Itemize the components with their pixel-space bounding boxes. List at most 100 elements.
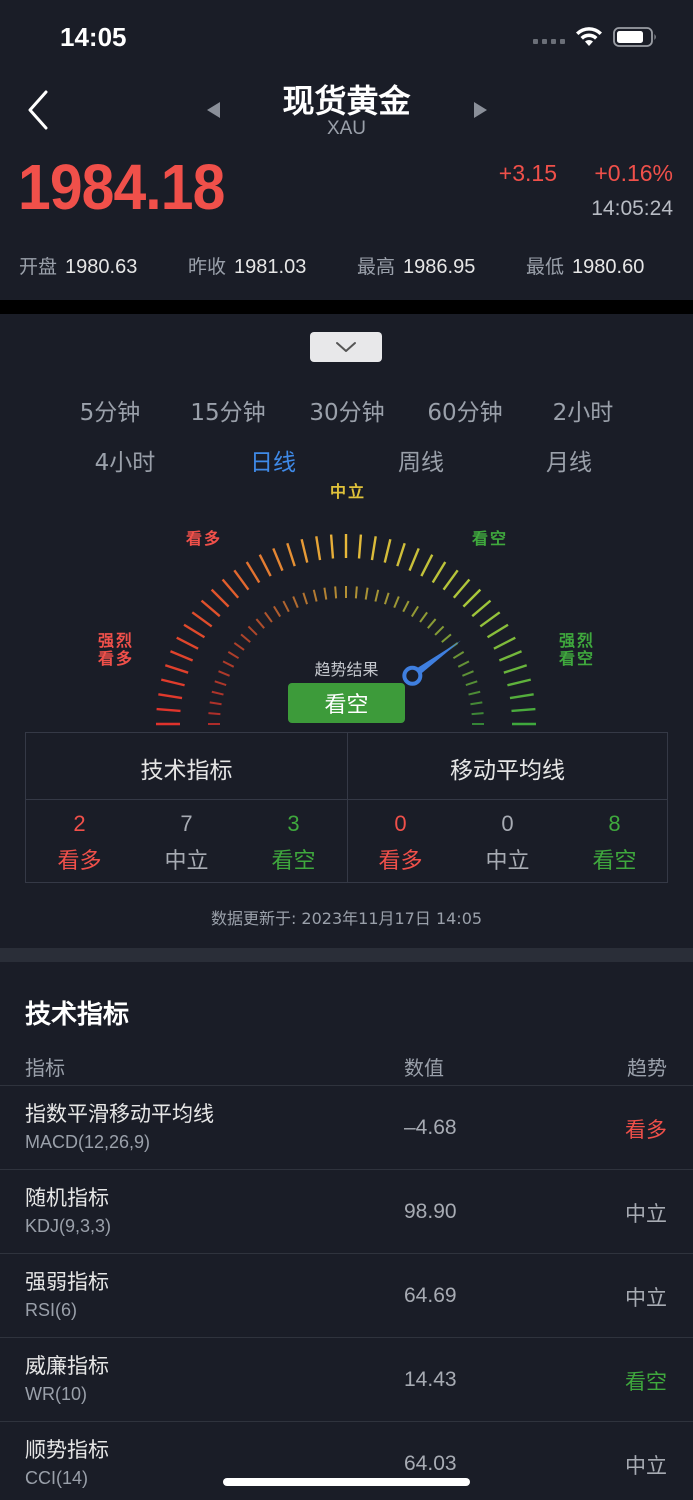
gauge-tick — [402, 600, 410, 613]
gauge-tick — [247, 625, 258, 636]
gauge-tick — [158, 693, 183, 700]
collapse-toggle-button[interactable] — [310, 332, 382, 362]
cellular-signal-icon — [533, 39, 565, 44]
indicator-value: 14.43 — [404, 1368, 457, 1391]
gauge-tick — [245, 561, 261, 584]
gauge-tick — [471, 599, 492, 618]
gauge-tick — [383, 592, 390, 605]
indicator-trend: 看多 — [625, 1118, 667, 1142]
indicator-value: 64.03 — [404, 1452, 457, 1475]
page-title: 现货黄金 — [282, 82, 411, 120]
price-change-percent: +0.16% — [594, 160, 673, 186]
gauge-tick — [302, 592, 309, 605]
instrument-symbol: XAU — [326, 118, 367, 139]
gauge-tick — [441, 633, 452, 643]
indicator-code: KDJ(9,3,3) — [25, 1216, 112, 1236]
gauge-tick — [468, 690, 481, 696]
header-divider — [0, 300, 693, 314]
gauge-label-sell: 看空 — [471, 529, 508, 548]
gauge-tick — [286, 542, 296, 567]
gauge-tick — [176, 636, 199, 650]
gauge-tick — [442, 569, 459, 591]
battery-icon — [613, 27, 656, 47]
gauge-tick — [272, 548, 284, 572]
gauge-tick — [200, 599, 221, 618]
column-header-value: 数值 — [404, 1056, 444, 1080]
indicator-row-macd[interactable]: 指数平滑移动平均线 MACD(12,26,9) –4.68 看多 — [0, 1085, 693, 1169]
ma-buy-count: 0 看多 — [378, 811, 423, 874]
gauge-tick — [354, 586, 358, 599]
gauge-tick — [431, 561, 447, 584]
gauge-tick — [211, 690, 224, 696]
gauge-tick — [255, 618, 265, 629]
gauge-tick — [292, 596, 299, 608]
summary-header-moving-average: 移动平均线 — [450, 758, 565, 784]
gauge-tick — [486, 623, 509, 639]
period-tab-weekly[interactable]: 周线 — [371, 443, 471, 477]
wifi-icon — [576, 27, 602, 46]
gauge-tick — [393, 596, 400, 608]
gauge-label-buy: 看多 — [185, 529, 222, 548]
price-change: +3.15 — [498, 160, 557, 186]
period-tab-15min[interactable]: 15分钟 — [178, 393, 278, 427]
indicator-code: RSI(6) — [25, 1300, 78, 1320]
gauge-tick — [357, 534, 363, 559]
gauge-tick — [452, 578, 471, 599]
technical-buy-count: 2 看多 — [57, 811, 102, 874]
gauge-tick — [264, 611, 273, 623]
day-low: 最低 1980.60 — [526, 256, 645, 278]
gauge-tick — [240, 633, 251, 643]
period-tab-4h[interactable]: 4小时 — [75, 443, 175, 477]
ma-neutral-count: 0 中立 — [485, 811, 530, 874]
gauge-tick — [462, 588, 482, 608]
indicator-trend: 中立 — [625, 1454, 667, 1478]
ma-sell-count: 8 看空 — [592, 811, 637, 874]
period-tab-60min[interactable]: 60分钟 — [415, 393, 515, 427]
period-tab-2h[interactable]: 2小时 — [533, 393, 633, 427]
gauge-tick — [383, 538, 392, 563]
home-indicator[interactable] — [223, 1478, 470, 1486]
gauge-tick — [300, 538, 309, 563]
summary-header-technical: 技术指标 — [140, 758, 233, 784]
indicator-row-cci[interactable]: 顺势指标 CCI(14) 64.03 中立 — [0, 1421, 693, 1500]
quote-time: 14:05:24 — [591, 197, 673, 220]
gauge-tick — [509, 693, 534, 700]
indicator-trend: 中立 — [625, 1286, 667, 1310]
indicator-value: –4.68 — [404, 1116, 457, 1139]
gauge-tick — [323, 587, 328, 600]
gauge-tick — [465, 680, 478, 687]
indicator-code: WR(10) — [25, 1384, 87, 1404]
gauge-tick — [511, 707, 536, 713]
indicator-row-wr[interactable]: 威廉指标 WR(10) 14.43 看空 — [0, 1337, 693, 1421]
gauge-tick — [410, 605, 419, 618]
gauge-tick — [183, 623, 206, 639]
column-header-trend: 趋势 — [627, 1056, 667, 1080]
signal-summary-table: 技术指标 移动平均线 2 看多 7 中立 3 看空 0 看多 0 中立 8 看空 — [25, 732, 668, 883]
gauge-tick — [191, 611, 213, 628]
period-tab-5min[interactable]: 5分钟 — [60, 393, 160, 427]
gauge-tick — [471, 712, 484, 716]
section-title-technical-indicators: 技术指标 — [25, 1000, 130, 1030]
gauge-tick — [273, 605, 282, 618]
gauge-tick — [427, 618, 437, 629]
gauge-tick — [282, 600, 290, 613]
gauge-label-neutral: 中立 — [329, 482, 366, 501]
gauge-tick — [396, 542, 406, 567]
period-tab-daily[interactable]: 日线 — [223, 443, 323, 477]
gauge-tick — [221, 578, 240, 599]
technical-neutral-count: 7 中立 — [164, 811, 209, 874]
previous-close: 昨收 1981.03 — [188, 256, 307, 278]
indicator-row-rsi[interactable]: 强弱指标 RSI(6) 64.69 中立 — [0, 1253, 693, 1337]
gauge-tick — [420, 554, 434, 577]
open-price: 开盘 1980.63 — [19, 256, 138, 278]
gauge-tick — [434, 625, 445, 636]
period-tab-30min[interactable]: 30分钟 — [297, 393, 397, 427]
period-tab-monthly[interactable]: 月线 — [519, 443, 619, 477]
indicator-row-kdj[interactable]: 随机指标 KDJ(9,3,3) 98.90 中立 — [0, 1169, 693, 1253]
day-high: 最高 1986.95 — [357, 256, 476, 278]
gauge-tick — [329, 534, 335, 559]
indicator-name: 指数平滑移动平均线 — [25, 1102, 214, 1126]
indicator-trend: 中立 — [625, 1202, 667, 1226]
indicator-name: 随机指标 — [25, 1186, 109, 1210]
gauge-tick — [493, 636, 516, 650]
